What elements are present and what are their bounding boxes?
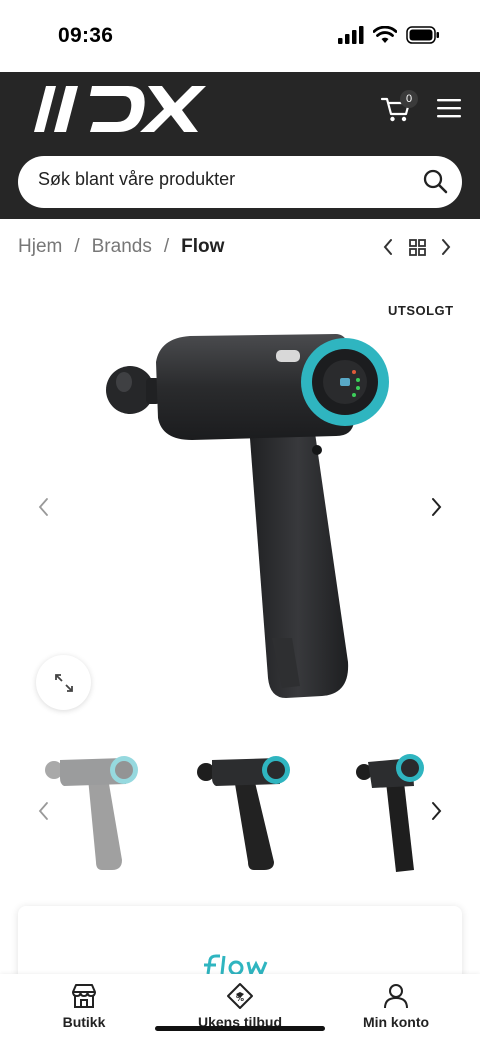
- breadcrumb-home[interactable]: Hjem: [18, 236, 62, 258]
- store-icon: [72, 984, 96, 1008]
- nav-label-store: Butikk: [62, 1014, 106, 1030]
- tag-icon: %: [227, 983, 253, 1009]
- status-bar: 09:36: [0, 0, 480, 72]
- svg-text:%: %: [236, 994, 244, 1003]
- flow-brand-logo: [204, 954, 268, 976]
- cart-count-badge: 0: [400, 90, 418, 108]
- search-bar[interactable]: Søk blant våre produkter: [18, 156, 462, 208]
- mdx-logo[interactable]: [32, 84, 207, 134]
- status-icons: [338, 26, 440, 44]
- breadcrumb-separator: /: [74, 236, 80, 257]
- hamburger-menu-icon[interactable]: [436, 96, 462, 120]
- user-icon: [384, 984, 408, 1009]
- thumbnail-2[interactable]: [194, 748, 294, 878]
- prev-product-icon[interactable]: [380, 236, 396, 258]
- breadcrumb-brands[interactable]: Brands: [92, 236, 152, 258]
- nav-account[interactable]: Min konto: [336, 982, 456, 1030]
- carousel-prev-icon[interactable]: [32, 495, 56, 519]
- search-icon[interactable]: [422, 168, 448, 194]
- sold-out-badge: UTSOLGT: [388, 303, 454, 318]
- nav-weekly-deals[interactable]: % Ukens tilbud: [180, 982, 300, 1030]
- nav-store[interactable]: Butikk: [24, 982, 144, 1030]
- status-time: 09:36: [58, 24, 114, 47]
- zoom-button[interactable]: [36, 655, 91, 710]
- battery-icon: [406, 26, 439, 44]
- breadcrumb-separator: /: [163, 236, 170, 257]
- carousel-next-icon[interactable]: [424, 495, 448, 519]
- nav-label-account: Min konto: [362, 1014, 430, 1030]
- expand-icon: [54, 673, 73, 692]
- home-indicator: [155, 1026, 325, 1031]
- signal-icon: [338, 26, 364, 44]
- wifi-icon: [373, 26, 397, 43]
- breadcrumb: Hjem / Brands / Flow: [18, 234, 224, 260]
- product-image-massage-gun[interactable]: [100, 322, 400, 702]
- thumbnails-prev-icon[interactable]: [32, 799, 56, 823]
- thumbnails-next-icon[interactable]: [424, 799, 448, 823]
- next-product-icon[interactable]: [438, 236, 454, 258]
- thumbnail-1[interactable]: [42, 748, 142, 878]
- breadcrumb-current: Flow: [181, 236, 225, 257]
- search-input[interactable]: Søk blant våre produkter: [38, 169, 235, 190]
- grid-icon[interactable]: [408, 236, 428, 258]
